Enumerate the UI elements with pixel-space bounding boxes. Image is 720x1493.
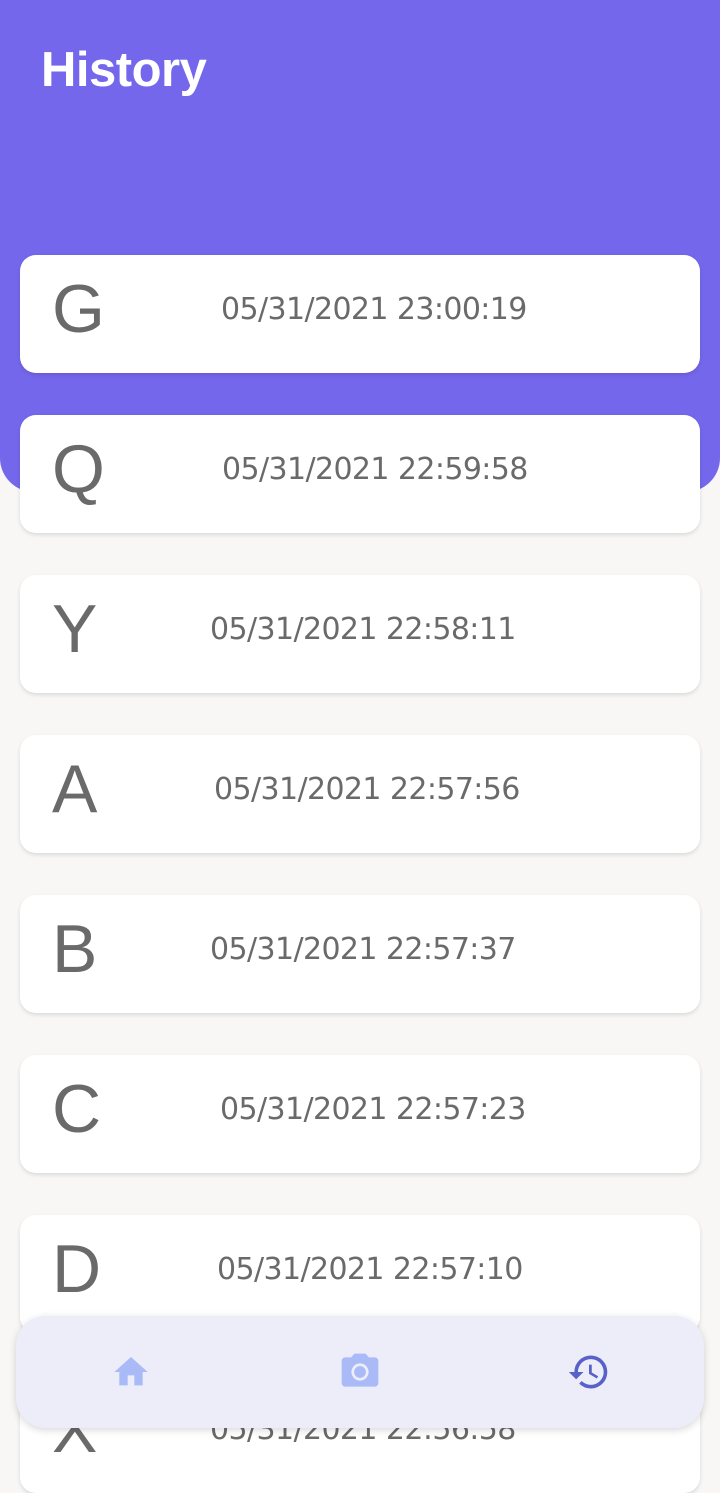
history-item-timestamp: 05/31/2021 22:58:11 (210, 612, 516, 647)
history-item[interactable]: G 05/31/2021 23:00:19 (20, 255, 700, 373)
history-item-timestamp: 05/31/2021 22:57:10 (217, 1252, 523, 1287)
home-icon (111, 1352, 151, 1392)
history-icon (567, 1350, 611, 1394)
history-item-letter: C (52, 1071, 102, 1147)
history-item-timestamp: 05/31/2021 22:57:56 (214, 772, 520, 807)
camera-icon (338, 1350, 382, 1394)
history-item[interactable]: C 05/31/2021 22:57:23 (20, 1055, 700, 1173)
history-item[interactable]: A 05/31/2021 22:57:56 (20, 735, 700, 853)
history-item-letter: Q (52, 431, 105, 507)
history-item-timestamp: 05/31/2021 22:57:23 (220, 1092, 526, 1127)
nav-home-button[interactable] (103, 1344, 159, 1400)
history-item-letter: G (52, 271, 105, 347)
history-item-letter: Y (52, 591, 98, 667)
page-title: History (41, 43, 207, 97)
nav-camera-button[interactable] (332, 1344, 388, 1400)
history-item-timestamp: 05/31/2021 22:59:58 (222, 452, 528, 487)
history-item-timestamp: 05/31/2021 23:00:19 (221, 292, 527, 327)
history-item[interactable]: Y 05/31/2021 22:58:11 (20, 575, 700, 693)
history-item[interactable]: Q 05/31/2021 22:59:58 (20, 415, 700, 533)
history-item-letter: D (52, 1231, 102, 1307)
history-item-letter: A (52, 751, 98, 827)
bottom-navigation (16, 1316, 704, 1428)
history-item-letter: B (52, 911, 98, 987)
nav-history-button[interactable] (561, 1344, 617, 1400)
history-item-timestamp: 05/31/2021 22:57:37 (210, 932, 516, 967)
history-item[interactable]: B 05/31/2021 22:57:37 (20, 895, 700, 1013)
